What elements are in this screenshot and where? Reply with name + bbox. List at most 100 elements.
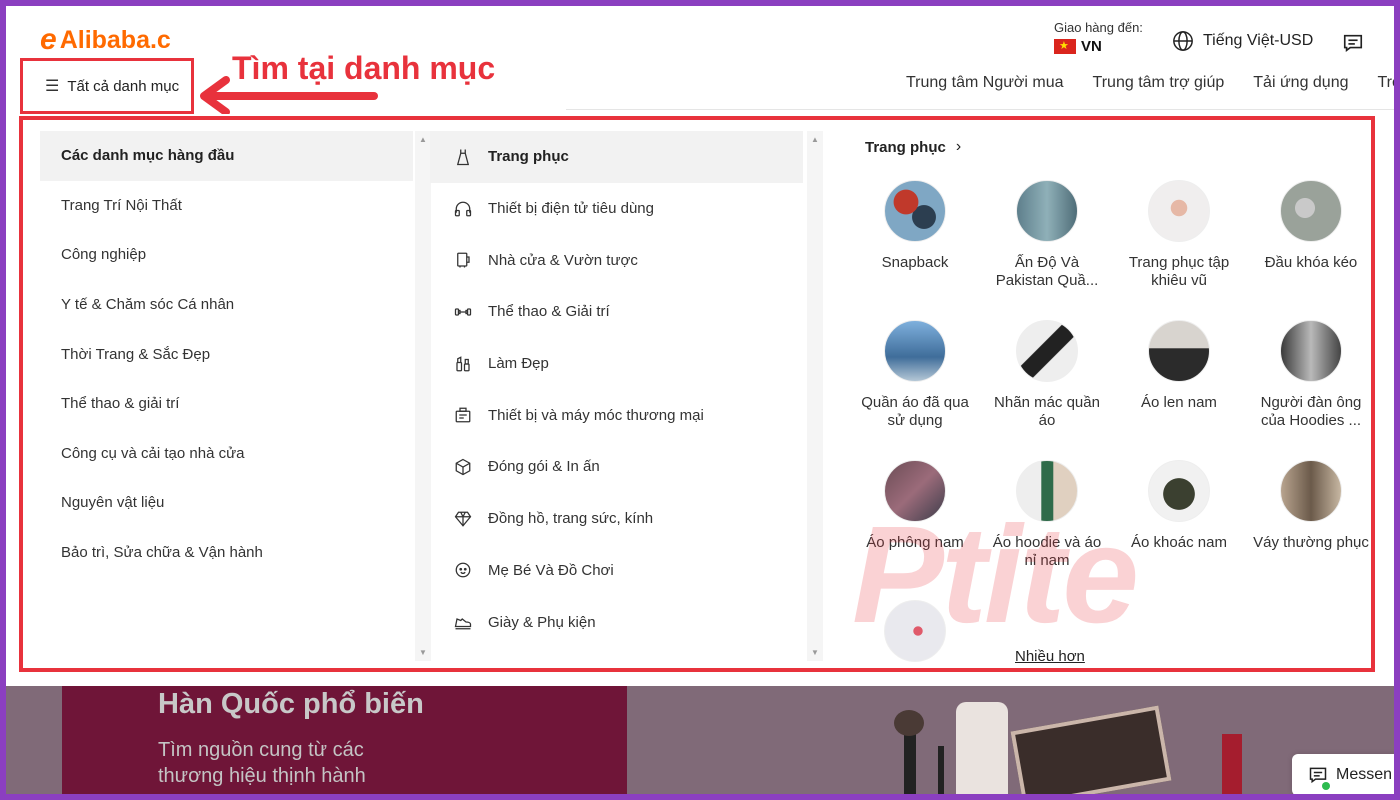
casual-dress-thumbnail bbox=[1280, 460, 1342, 522]
subcategory-label: Thiết bị và máy móc thương mại bbox=[488, 406, 704, 424]
subcategory-card[interactable]: Áo phông nam bbox=[849, 460, 981, 600]
cosmetic-bottle-image bbox=[956, 702, 1008, 794]
category-item[interactable]: Trang Trí Nội Thất bbox=[40, 181, 413, 231]
scroll-up-icon[interactable]: ▲ bbox=[419, 135, 427, 144]
subcategory-card[interactable]: Ấn Độ Và Pakistan Quầ... bbox=[981, 180, 1113, 320]
subcategory-list: Trang phục Thiết bị điện tử tiêu dùng Nh… bbox=[430, 131, 803, 661]
subcategory-label: Đóng gói & In ấn bbox=[488, 458, 600, 476]
subcategory-card[interactable]: Người đàn ông của Hoodies ... bbox=[1245, 320, 1371, 460]
indian-pakistani-clothing-thumbnail bbox=[1016, 180, 1078, 242]
messenger-label: Messen bbox=[1336, 766, 1393, 783]
clothing-label-thumbnail bbox=[1016, 320, 1078, 382]
subcategory-item[interactable]: Mẹ Bé Và Đồ Chơi bbox=[430, 545, 803, 597]
subcategory-label: Giày & Phụ kiện bbox=[488, 613, 596, 631]
subcategory-label: Nhà cửa & Vườn tược bbox=[488, 251, 638, 269]
scroll-down-icon[interactable]: ▼ bbox=[811, 648, 819, 657]
globe-icon bbox=[1173, 31, 1193, 51]
subcategory-item[interactable]: Đóng gói & In ấn bbox=[430, 441, 803, 493]
subcategory-name: Váy thường phục bbox=[1253, 534, 1369, 551]
subcategory-card[interactable]: Váy thường phục bbox=[1245, 460, 1371, 600]
headphones-icon bbox=[454, 201, 472, 216]
category-item[interactable]: Các danh mục hàng đầu bbox=[40, 131, 413, 181]
subcategory-item[interactable]: Trang phục bbox=[430, 131, 803, 183]
subcategory-card[interactable] bbox=[849, 600, 981, 668]
subcategory-label: Thể thao & Giải trí bbox=[488, 303, 610, 321]
register-icon bbox=[455, 407, 471, 423]
subcategory-card[interactable]: Nhãn mác quần áo bbox=[981, 320, 1113, 460]
subcategory-card[interactable]: Đầu khóa kéo bbox=[1245, 180, 1371, 320]
baby-icon bbox=[455, 562, 471, 578]
dress-icon bbox=[456, 149, 470, 165]
all-categories-label: Tất cả danh mục bbox=[67, 77, 180, 95]
subcategory-item[interactable]: Đồng hồ, trang sức, kính bbox=[430, 493, 803, 545]
menu-icon: ☰ bbox=[45, 78, 60, 95]
subcategory-name: Đầu khóa kéo bbox=[1264, 254, 1358, 271]
subcategory-item[interactable]: Giày & Phụ kiện bbox=[430, 596, 803, 648]
header-divider bbox=[566, 109, 1394, 110]
middle-list-scrollbar[interactable]: ▲ ▼ bbox=[807, 131, 823, 661]
left-list-scrollbar[interactable]: ▲ ▼ bbox=[415, 131, 431, 661]
alibaba-logo[interactable]: e Alibaba.c bbox=[40, 22, 200, 58]
ship-to-selector[interactable]: Giao hàng đến: VN bbox=[1054, 20, 1143, 55]
chevron-right-icon: › bbox=[955, 138, 962, 155]
category-item[interactable]: Bảo trì, Sửa chữa & Vận hành bbox=[40, 528, 413, 578]
subcategory-item[interactable]: Thể thao & Giải trí bbox=[430, 286, 803, 338]
subcategory-card[interactable]: Áo hoodie và áo nỉ nam bbox=[981, 460, 1113, 600]
nav-buyer-center[interactable]: Trung tâm Người mua bbox=[906, 74, 1064, 92]
top-nav: Trung tâm Người mua Trung tâm trợ giúp T… bbox=[906, 74, 1394, 92]
nav-help-center[interactable]: Trung tâm trợ giúp bbox=[1093, 74, 1225, 92]
subcategory-card[interactable]: Áo khoác nam bbox=[1113, 460, 1245, 600]
subcategory-panel: Trang phục › Snapback Ấn Độ Và Pakistan … bbox=[823, 120, 1371, 668]
vietnam-flag-icon bbox=[1054, 39, 1076, 54]
home-appliance-icon bbox=[457, 252, 470, 268]
promo-banner-text-panel[interactable]: Hàn Quốc phổ biến Tìm nguồn cung từ các … bbox=[62, 686, 627, 794]
scroll-up-icon[interactable]: ▲ bbox=[811, 135, 819, 144]
category-item[interactable]: Y tế & Chăm sóc Cá nhân bbox=[40, 280, 413, 330]
subcategory-label: Trang phục bbox=[488, 148, 569, 166]
language-label: Tiếng Việt-USD bbox=[1203, 32, 1314, 49]
subcategory-card[interactable]: Trang phục tập khiêu vũ bbox=[1113, 180, 1245, 320]
mens-jacket-thumbnail bbox=[1148, 460, 1210, 522]
subcategory-card[interactable]: Snapback bbox=[849, 180, 981, 320]
category-item[interactable]: Công nghiệp bbox=[40, 230, 413, 280]
ship-to-label: Giao hàng đến: bbox=[1054, 20, 1143, 35]
makeup-brush-image bbox=[938, 746, 944, 794]
clothing-item-thumbnail bbox=[884, 600, 946, 662]
mens-hoodies-thumbnail bbox=[1280, 320, 1342, 382]
zipper-pull-thumbnail bbox=[1280, 180, 1342, 242]
alibaba-logo-icon: e bbox=[40, 23, 57, 56]
mens-tshirt-thumbnail bbox=[884, 460, 946, 522]
message-icon[interactable] bbox=[1342, 32, 1364, 54]
language-selector[interactable]: Tiếng Việt-USD bbox=[1172, 30, 1313, 52]
annotation-text: Tìm tại danh mục bbox=[232, 50, 496, 86]
more-link[interactable]: Nhiều hơn bbox=[1015, 648, 1085, 665]
ship-country: VN bbox=[1081, 38, 1102, 55]
subcategory-label: Đồng hồ, trang sức, kính bbox=[488, 510, 654, 528]
subcategory-name: Người đàn ông của Hoodies ... bbox=[1260, 394, 1362, 429]
subcategory-label: Thiết bị điện tử tiêu dùng bbox=[488, 200, 654, 218]
makeup-brush-image bbox=[894, 710, 924, 794]
category-item[interactable]: Thời Trang & Sắc Đẹp bbox=[40, 329, 413, 379]
subcategory-name: Áo hoodie và áo nỉ nam bbox=[992, 534, 1102, 569]
banner-subtitle-line1: Tìm nguồn cung từ các bbox=[158, 739, 364, 761]
subcategory-card[interactable]: Quần áo đã qua sử dụng bbox=[849, 320, 981, 460]
subcategory-item[interactable]: Thiết bị điện tử tiêu dùng bbox=[430, 183, 803, 235]
all-categories-button[interactable]: ☰ Tất cả danh mục bbox=[20, 58, 194, 114]
nav-become-supplier[interactable]: Trở t bbox=[1378, 74, 1395, 92]
subcategory-name: Snapback bbox=[881, 254, 949, 271]
subcategory-item[interactable]: Làm Đẹp bbox=[430, 338, 803, 390]
category-item[interactable]: Thể thao & giải trí bbox=[40, 379, 413, 429]
subcategory-item[interactable]: Thiết bị và máy móc thương mại bbox=[430, 389, 803, 441]
scroll-down-icon[interactable]: ▼ bbox=[419, 648, 427, 657]
nav-download-app[interactable]: Tải ứng dụng bbox=[1253, 74, 1348, 92]
panel-title-link[interactable]: Trang phục › bbox=[865, 138, 961, 156]
box-icon bbox=[455, 458, 471, 476]
subcategory-name: Áo phông nam bbox=[866, 534, 964, 551]
category-mega-menu: Các danh mục hàng đầu Trang Trí Nội Thất… bbox=[19, 116, 1375, 672]
messenger-button[interactable]: Messen bbox=[1292, 754, 1394, 794]
category-item[interactable]: Nguyên vật liệu bbox=[40, 478, 413, 528]
subcategory-grid: Snapback Ấn Độ Và Pakistan Quầ... Trang … bbox=[849, 180, 1371, 668]
category-item[interactable]: Công cụ và cải tạo nhà cửa bbox=[40, 429, 413, 479]
subcategory-card[interactable]: Áo len nam bbox=[1113, 320, 1245, 460]
subcategory-item[interactable]: Nhà cửa & Vườn tược bbox=[430, 234, 803, 286]
